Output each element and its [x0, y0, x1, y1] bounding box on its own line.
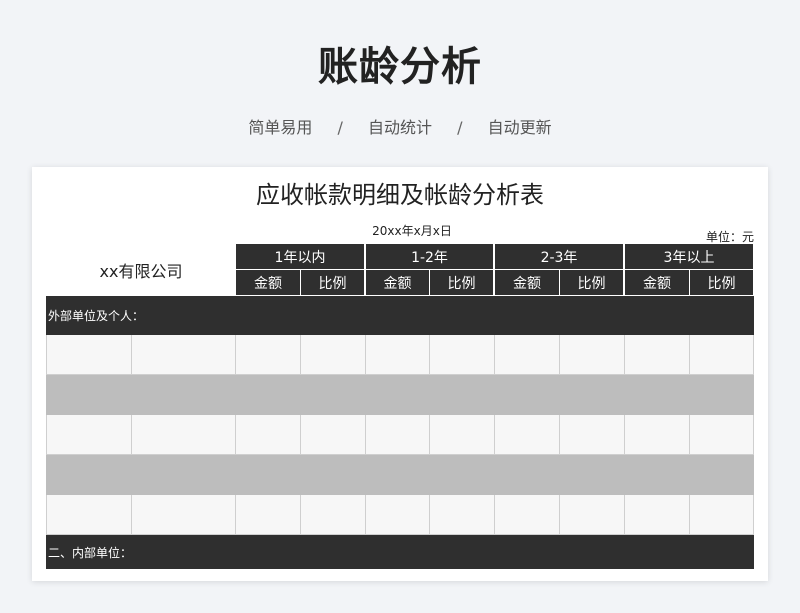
section-internal: 二、内部单位： — [46, 535, 754, 569]
ratio-header: 比例 — [689, 269, 754, 296]
table-cell — [560, 415, 625, 455]
table-cell — [430, 335, 495, 375]
table-row — [46, 415, 754, 455]
table-cell — [690, 495, 754, 535]
tag-auto-stats: 自动统计 — [367, 118, 432, 137]
table-cell — [625, 415, 690, 455]
table-cell — [495, 495, 560, 535]
table-cell — [690, 335, 754, 375]
ratio-header: 比例 — [300, 269, 365, 296]
table-row — [46, 335, 754, 375]
hero-title: 账龄分析 — [318, 44, 482, 90]
sheet-title: 应收帐款明细及帐龄分析表 — [256, 181, 544, 209]
table-cell — [132, 415, 236, 455]
period-header-3: 2-3年 — [494, 243, 624, 270]
table-cell — [495, 415, 560, 455]
table-cell — [46, 415, 132, 455]
sheet-date: 20xx年x月x日 — [372, 224, 452, 238]
table-cell — [430, 495, 495, 535]
tag-separator: / — [337, 118, 343, 137]
table-cell — [46, 495, 132, 535]
period-header-1: 1年以内 — [235, 243, 365, 270]
hero-subtitle: 简单易用 / 自动统计 / 自动更新 — [0, 114, 800, 138]
ratio-header: 比例 — [429, 269, 494, 296]
section-external: 外部单位及个人： — [46, 296, 754, 335]
table-cell — [560, 335, 625, 375]
amount-header: 金额 — [365, 269, 430, 296]
table-cell — [560, 495, 625, 535]
table-row — [46, 495, 754, 535]
table-cell — [301, 495, 366, 535]
table-cell — [301, 335, 366, 375]
table-cell — [236, 335, 301, 375]
table-cell — [366, 495, 430, 535]
table-cell — [301, 415, 366, 455]
period-header-4: 3年以上 — [624, 243, 754, 270]
amount-header: 金额 — [494, 269, 560, 296]
table-cell — [132, 335, 236, 375]
table-cell — [430, 415, 495, 455]
period-header-2: 1-2年 — [365, 243, 494, 270]
table-cell — [625, 495, 690, 535]
table-cell — [690, 415, 754, 455]
table-cell — [236, 495, 301, 535]
company-name: xx有限公司 — [99, 262, 183, 281]
tag-separator: / — [457, 118, 463, 137]
spreadsheet-preview: 应收帐款明细及帐龄分析表 20xx年x月x日 单位：元 xx有限公司 1年以内 … — [32, 167, 768, 581]
amount-header: 金额 — [624, 269, 690, 296]
table-cell — [495, 335, 560, 375]
table-cell — [625, 335, 690, 375]
table-cell — [236, 415, 301, 455]
table-cell — [366, 415, 430, 455]
table-row-shaded — [46, 375, 754, 415]
table-cell — [132, 495, 236, 535]
table-row-shaded — [46, 455, 754, 495]
tag-simple: 简单易用 — [248, 118, 313, 137]
amount-header: 金额 — [235, 269, 301, 296]
ratio-header: 比例 — [559, 269, 624, 296]
table-cell — [366, 335, 430, 375]
table-cell — [46, 335, 132, 375]
tag-auto-update: 自动更新 — [487, 118, 552, 137]
